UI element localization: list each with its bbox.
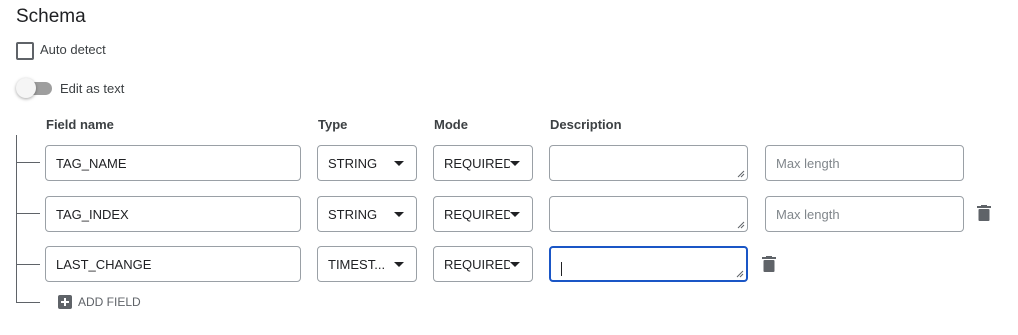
caret-down-icon bbox=[394, 211, 404, 217]
field-name-value: TAG_INDEX bbox=[56, 206, 129, 222]
caret-down-icon bbox=[394, 160, 404, 166]
tree-branch bbox=[16, 213, 40, 214]
mode-value: REQUIRED bbox=[444, 155, 510, 171]
mode-select[interactable]: REQUIRED bbox=[433, 145, 533, 181]
resize-grip-icon[interactable] bbox=[736, 270, 744, 278]
trash-icon[interactable] bbox=[977, 205, 991, 221]
type-select[interactable]: STRING bbox=[317, 196, 417, 232]
mode-select[interactable]: REQUIRED bbox=[433, 196, 533, 232]
mode-select[interactable]: REQUIRED bbox=[433, 246, 533, 282]
resize-grip-icon[interactable] bbox=[737, 170, 745, 178]
max-length-input[interactable]: Max length bbox=[765, 145, 964, 181]
caret-down-icon bbox=[394, 261, 404, 267]
max-length-placeholder: Max length bbox=[776, 155, 840, 171]
caret-down-icon bbox=[510, 160, 520, 166]
plus-icon bbox=[58, 295, 72, 309]
type-select[interactable]: TIMEST... bbox=[317, 246, 417, 282]
tree-branch bbox=[16, 264, 40, 265]
add-field-button[interactable]: ADD FIELD bbox=[58, 295, 141, 309]
mode-value: REQUIRED bbox=[444, 206, 510, 222]
field-name-input[interactable]: TAG_NAME bbox=[45, 145, 301, 181]
field-name-value: TAG_NAME bbox=[56, 155, 127, 171]
max-length-input[interactable]: Max length bbox=[765, 196, 964, 232]
tree-line-vertical bbox=[16, 135, 17, 303]
caret-down-icon bbox=[510, 261, 520, 267]
caret-down-icon bbox=[510, 211, 520, 217]
column-header-mode: Mode bbox=[434, 117, 468, 132]
text-cursor bbox=[561, 262, 562, 276]
column-header-description: Description bbox=[550, 117, 622, 132]
edit-as-text-toggle-thumb[interactable] bbox=[16, 78, 36, 98]
column-header-type: Type bbox=[318, 117, 348, 132]
type-select[interactable]: STRING bbox=[317, 145, 417, 181]
schema-title: Schema bbox=[16, 6, 86, 27]
type-value: TIMEST... bbox=[328, 256, 386, 272]
field-name-input[interactable]: TAG_INDEX bbox=[45, 196, 301, 232]
field-name-value: LAST_CHANGE bbox=[56, 256, 152, 272]
description-textarea[interactable] bbox=[549, 145, 748, 181]
auto-detect-checkbox[interactable] bbox=[16, 42, 34, 60]
mode-value: REQUIRED bbox=[444, 256, 510, 272]
edit-as-text-label: Edit as text bbox=[60, 81, 125, 96]
description-textarea[interactable] bbox=[549, 196, 748, 232]
column-header-field-name: Field name bbox=[46, 117, 114, 132]
tree-branch bbox=[16, 162, 40, 163]
tree-branch bbox=[16, 302, 40, 303]
field-name-input[interactable]: LAST_CHANGE bbox=[45, 246, 301, 282]
add-field-label: ADD FIELD bbox=[78, 295, 141, 309]
resize-grip-icon[interactable] bbox=[737, 221, 745, 229]
max-length-placeholder: Max length bbox=[776, 206, 840, 222]
auto-detect-label: Auto detect bbox=[40, 42, 106, 57]
description-textarea-focused[interactable] bbox=[549, 246, 748, 282]
trash-icon[interactable] bbox=[762, 256, 776, 272]
type-value: STRING bbox=[328, 155, 378, 171]
type-value: STRING bbox=[328, 206, 378, 222]
